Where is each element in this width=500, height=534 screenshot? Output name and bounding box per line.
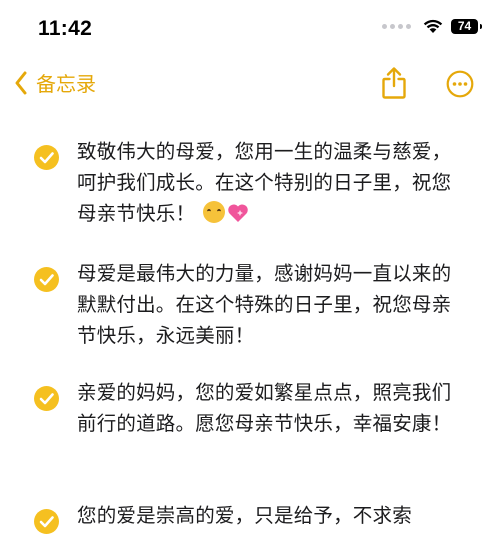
checklist-item-text[interactable]: 您的爱是崇高的爱，只是给予，不求索 [77, 500, 462, 531]
status-time: 11:42 [38, 17, 93, 40]
note-text-1: 致敬伟大的母爱，您用一生的温柔与慈爱，呵护我们成长。在这个特别的日子里，祝您母亲… [77, 140, 452, 225]
wifi-icon [423, 19, 443, 33]
back-button[interactable]: 备忘录 [14, 68, 96, 97]
share-button[interactable] [380, 66, 408, 100]
status-bar: 11:42 74 [0, 0, 500, 56]
checklist-item-text[interactable]: 致敬伟大的母爱，您用一生的温柔与慈爱，呵护我们成长。在这个特别的日子里，祝您母亲… [77, 136, 462, 229]
checked-circle-icon[interactable] [34, 267, 59, 292]
checked-circle-icon[interactable] [34, 386, 59, 411]
smiling-face-emoji-icon [203, 201, 226, 223]
back-label: 备忘录 [36, 72, 96, 96]
sparkling-heart-emoji-icon [228, 204, 248, 222]
checklist-item-text[interactable]: 母爱是最伟大的力量，感谢妈妈一直以来的默默付出。在这个特殊的日子里，祝您母亲节快… [77, 258, 462, 351]
nav-bar: 备忘录 [0, 56, 500, 112]
checklist-item-text[interactable]: 亲爱的妈妈，您的爱如繁星点点，照亮我们前行的道路。愿您母亲节快乐，幸福安康！ [77, 377, 462, 439]
share-icon [382, 67, 406, 99]
status-indicators: 74 [382, 19, 482, 34]
checked-circle-icon[interactable] [34, 145, 59, 170]
more-button[interactable] [446, 70, 474, 98]
cellular-signal-icon [382, 24, 411, 29]
chevron-left-icon [15, 71, 27, 94]
battery-indicator: 74 [451, 19, 482, 34]
checked-circle-icon[interactable] [34, 509, 59, 534]
ellipsis-circle-icon [446, 70, 474, 98]
